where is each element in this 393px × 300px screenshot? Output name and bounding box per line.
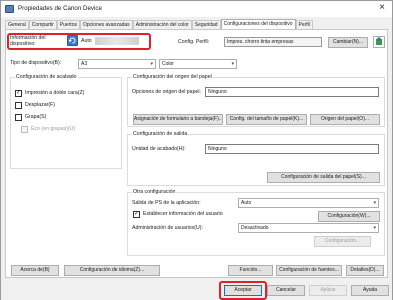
title-bar: Propiedades de Canon Device × [1,1,392,17]
finishing-unit-label: Unidad de acabado(H): [132,146,186,152]
ps-output-label: Salida de PS de la aplicación: [132,200,201,206]
paper-output-config-button[interactable]: Configuración de salida del papel(S)... [267,172,380,183]
help-button[interactable]: Ayuda [351,285,389,296]
change-profile-button[interactable]: Cambiar(N)... [328,37,368,48]
paper-source-legend: Configuración del origen del papel [132,74,213,81]
finishing-unit-field[interactable]: Ninguno [205,144,379,154]
finishing-legend: Configuración de acabado [15,74,78,81]
cancel-button[interactable]: Cancelar [267,285,305,296]
chevron-down-icon: ▾ [373,200,376,206]
chevron-down-icon: ▾ [373,225,376,231]
paper-source-button[interactable]: Origen del papel(O)... [310,114,380,125]
properties-window: Propiedades de Canon Device × General Co… [0,0,393,300]
user-admin-select[interactable]: Desactivado ▾ [238,223,379,233]
profile-label: Config. Perfil: [178,39,210,45]
device-type-label: Tipo de dispositivo(B): [10,60,62,66]
close-icon[interactable]: × [376,2,388,14]
profile-icon[interactable] [373,36,385,48]
paper-size-select[interactable]: A3 ▾ [78,59,156,69]
apply-button[interactable]: Aplicar [309,285,347,296]
paper-size-value: A3 [81,61,88,67]
user-info-config-button[interactable]: Configuración(W)... [318,211,380,222]
paper-source-options-field[interactable]: Ninguno [205,87,379,97]
user-admin-value: Desactivado [241,225,269,231]
offset-checkbox[interactable] [15,102,22,109]
user-info-checkbox[interactable]: ✓ [133,211,140,218]
output-legend: Configuración de salida [132,131,189,138]
duplex-checkbox[interactable]: ✓ [15,90,22,97]
eco-staple-label: Eco (en grapas)(U) [31,126,76,132]
highlight-frame [7,33,151,50]
accept-highlight-frame [219,281,267,300]
function-button[interactable]: Función... [228,265,273,276]
user-info-label: Establecer información del usuario [143,211,223,217]
color-mode-select[interactable]: Color ▾ [159,59,237,69]
chevron-down-icon: ▾ [150,61,153,67]
duplex-label: Impresión a doble cara(Z) [25,90,85,96]
user-admin-label: Administración de usuarios(U): [132,225,203,231]
dialog-footer: Aceptar Cancelar Aplicar Ayuda [1,281,392,300]
profile-field: Impres. chorro tinta empresas [224,37,322,47]
window-title: Propiedades de Canon Device [18,5,102,12]
user-admin-config-button[interactable]: Configuración... [314,236,371,247]
details-button[interactable]: Detalles(D)... [346,265,384,276]
staple-label: Grapa(S) [25,114,47,120]
staple-checkbox[interactable] [15,114,22,121]
color-mode-value: Color [162,61,174,67]
about-button[interactable]: Acerca de(B) [11,265,59,276]
font-config-button[interactable]: Configuración de fuentes... [276,265,342,276]
form-to-tray-button[interactable]: Asignación de formulario a bandeja(F)... [133,114,223,125]
eco-staple-checkbox[interactable] [21,126,28,133]
language-config-button[interactable]: Configuración de idioma(Z)... [64,265,160,276]
printer-icon [5,5,14,13]
chevron-down-icon: ▾ [231,61,234,67]
ps-output-value: Auto [241,200,252,206]
offset-label: Desplazar(F) [25,102,55,108]
paper-size-config-button[interactable]: Config. del tamaño de papel(K)... [226,114,307,125]
other-settings-legend: Otra configuración [132,189,177,196]
paper-source-options-label: Opciones de origen del papel: [132,89,201,95]
ps-output-select[interactable]: Auto ▾ [238,198,379,208]
device-settings-panel: Información del dispositivo: Auto Config… [5,29,388,278]
